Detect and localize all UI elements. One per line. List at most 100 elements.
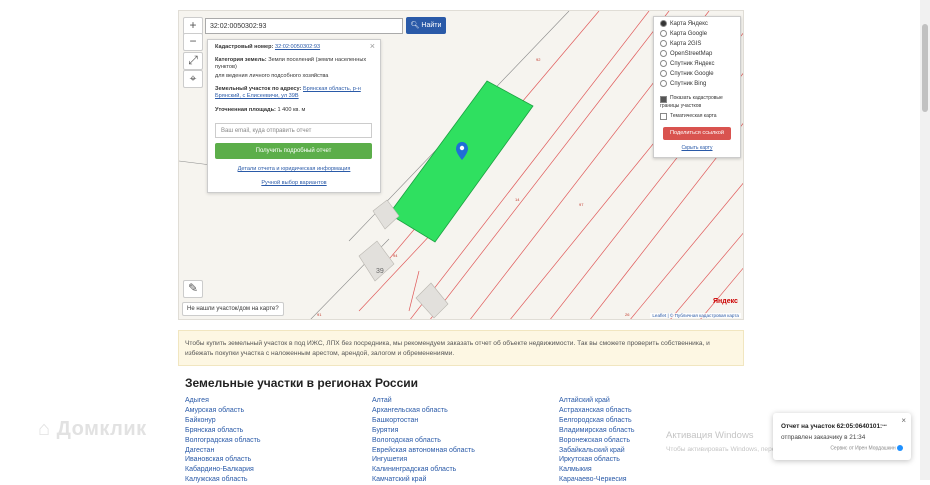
thematic-map-checkbox[interactable]: Тематическая карта <box>660 112 717 121</box>
regions-column-2: Алтай Архангельская область Башкортостан… <box>372 396 475 485</box>
region-link[interactable]: Калмыкия <box>559 465 635 475</box>
ruler-icon[interactable]: ✎ <box>183 280 203 298</box>
region-link[interactable]: Байконур <box>185 416 260 426</box>
radio-icon <box>660 50 667 57</box>
region-link[interactable]: Владимирская область <box>559 426 635 436</box>
region-link[interactable]: Бурятия <box>372 426 475 436</box>
layer-label: Карта Google <box>670 31 708 38</box>
map-layers-panel: Карта Яндекс Карта Google Карта 2GIS Ope… <box>653 16 741 158</box>
region-link[interactable]: Архангельская область <box>372 406 475 416</box>
region-link[interactable]: Вологодская область <box>372 436 475 446</box>
region-link[interactable]: Башкортостан <box>372 416 475 426</box>
layer-2gis-map[interactable]: Карта 2GIS <box>660 40 701 49</box>
radio-icon <box>660 70 667 77</box>
layer-bing-satellite[interactable]: Спутник Bing <box>660 80 706 89</box>
layer-yandex-satellite[interactable]: Спутник Яндекс <box>660 60 714 69</box>
region-link[interactable]: Карачаево-Черкесия <box>559 475 635 485</box>
layer-osm[interactable]: OpenStreetMap <box>660 50 712 59</box>
verified-icon <box>897 445 903 451</box>
manual-selection-link[interactable]: Ручной выбор вариантов <box>208 180 380 186</box>
cadastral-search-input[interactable]: 32:02:0050302:93 <box>205 18 403 34</box>
domclick-watermark: ⌂ Домклик <box>38 418 147 441</box>
region-link[interactable]: Белгородская область <box>559 416 635 426</box>
checkbox-label: Тематическая карта <box>670 113 717 119</box>
map-attribution[interactable]: Leaflet | © Публичная кадастровая карта <box>650 313 741 318</box>
layer-google-map[interactable]: Карта Google <box>660 30 707 39</box>
cadastral-number-link[interactable]: 32:02:0050302:93 <box>275 44 320 50</box>
region-link[interactable]: Еврейская автономная область <box>372 446 475 456</box>
toast-close-icon[interactable]: × <box>901 416 906 425</box>
parcel-number-label: 91 <box>317 312 322 317</box>
hide-map-link[interactable]: Скрыть карту <box>654 145 740 151</box>
not-found-button[interactable]: Не нашли участок/дом на карте? <box>182 302 284 316</box>
area-label: Уточненная площадь: <box>215 107 276 113</box>
search-button-label: Найти <box>421 22 442 29</box>
region-link[interactable]: Брянская область <box>185 426 260 436</box>
region-link[interactable]: Алтайский край <box>559 396 635 406</box>
zoom-out-button[interactable]: − <box>183 33 203 51</box>
layer-label: OpenStreetMap <box>670 51 713 58</box>
watermark-text: Домклик <box>56 418 147 440</box>
house-number: 39 <box>376 268 384 275</box>
regions-column-1: Адыгея Амурская область Байконур Брянска… <box>185 396 260 485</box>
region-link[interactable]: Астраханская область <box>559 406 635 416</box>
parcel-number-label: 26 <box>625 312 630 317</box>
layer-label: Спутник Bing <box>670 81 707 88</box>
region-link[interactable]: Ингушетия <box>372 455 475 465</box>
toast-brand-text: Сервис от Ирен Мордашкин <box>830 445 896 452</box>
parcel-info-panel: × Кадастровый номер: 32:02:0050302:93 Ка… <box>207 39 381 193</box>
region-link[interactable]: Кабардино-Балкария <box>185 465 260 475</box>
region-link[interactable]: Дагестан <box>185 446 260 456</box>
region-link[interactable]: Воронежская область <box>559 436 635 446</box>
radio-icon <box>660 30 667 37</box>
checkbox-icon <box>660 96 667 103</box>
report-details-link[interactable]: Детали отчета и юридическая информация <box>208 166 380 172</box>
region-link[interactable]: Ивановская область <box>185 455 260 465</box>
measure-icon[interactable]: ⤢ <box>183 52 203 70</box>
search-button[interactable]: 🔍︎ Найти <box>406 17 446 34</box>
parcel-number-label: 94 <box>393 253 398 258</box>
layer-google-satellite[interactable]: Спутник Google <box>660 70 714 79</box>
cadastral-map[interactable]: 92 14 97 94 91 26 39 + − ⤢ ⌖ ✎ 32:02:005… <box>178 10 744 320</box>
get-report-button[interactable]: Получить подробный отчет <box>215 143 372 159</box>
toast-title-suffix: *** <box>882 423 887 428</box>
parcel-number-label: 92 <box>536 57 541 62</box>
area-value: 1 400 кв. м <box>277 107 306 113</box>
toast-title: Отчет на участок 62:05:0640101:*** <box>781 423 887 430</box>
parcel-number-label: 14 <box>515 197 520 202</box>
region-link[interactable]: Калужская область <box>185 475 260 485</box>
layer-yandex-map[interactable]: Карта Яндекс <box>660 20 708 29</box>
region-link[interactable]: Забайкальский край <box>559 446 635 456</box>
region-link[interactable]: Амурская область <box>185 406 260 416</box>
location-icon[interactable]: ⌖ <box>183 70 203 88</box>
usage-text: для ведения личного подсобного хозяйства <box>215 73 329 79</box>
category-label: Категория земель: <box>215 57 267 63</box>
radio-icon <box>660 60 667 67</box>
search-icon: 🔍︎ <box>410 22 420 29</box>
radio-icon <box>660 80 667 87</box>
region-link[interactable]: Адыгея <box>185 396 260 406</box>
region-link[interactable]: Камчатский край <box>372 475 475 485</box>
region-link[interactable]: Иркутская область <box>559 455 635 465</box>
show-boundaries-checkbox[interactable]: Показать кадастровые границы участков <box>660 95 736 109</box>
checkbox-icon <box>660 113 667 120</box>
windows-activation-title: Активация Windows <box>666 430 754 441</box>
toast-subtitle: отправлен заказчику в 21:34 <box>781 434 866 441</box>
regions-title: Земельные участки в регионах России <box>185 376 418 390</box>
scrollbar-thumb[interactable] <box>922 24 928 112</box>
share-link-button[interactable]: Поделиться ссылкой <box>663 127 731 140</box>
radio-icon <box>660 40 667 47</box>
report-toast: Отчет на участок 62:05:0640101:*** отпра… <box>773 413 911 460</box>
toast-brand: Сервис от Ирен Мордашкин <box>830 445 903 451</box>
purchase-notice: Чтобы купить земельный участок в под ИЖС… <box>178 330 744 366</box>
regions-column-3: Алтайский край Астраханская область Белг… <box>559 396 635 485</box>
region-link[interactable]: Алтай <box>372 396 475 406</box>
yandex-logo: Яндекс <box>713 298 738 305</box>
selected-parcel <box>388 80 534 243</box>
toast-title-text: Отчет на участок 62:05:0640101: <box>781 423 883 430</box>
email-input[interactable]: Ваш email, куда отправить отчет <box>215 123 372 138</box>
radio-icon <box>660 20 667 27</box>
region-link[interactable]: Волгоградская область <box>185 436 260 446</box>
parcel-number-label: 97 <box>579 202 584 207</box>
region-link[interactable]: Калининградская область <box>372 465 475 475</box>
